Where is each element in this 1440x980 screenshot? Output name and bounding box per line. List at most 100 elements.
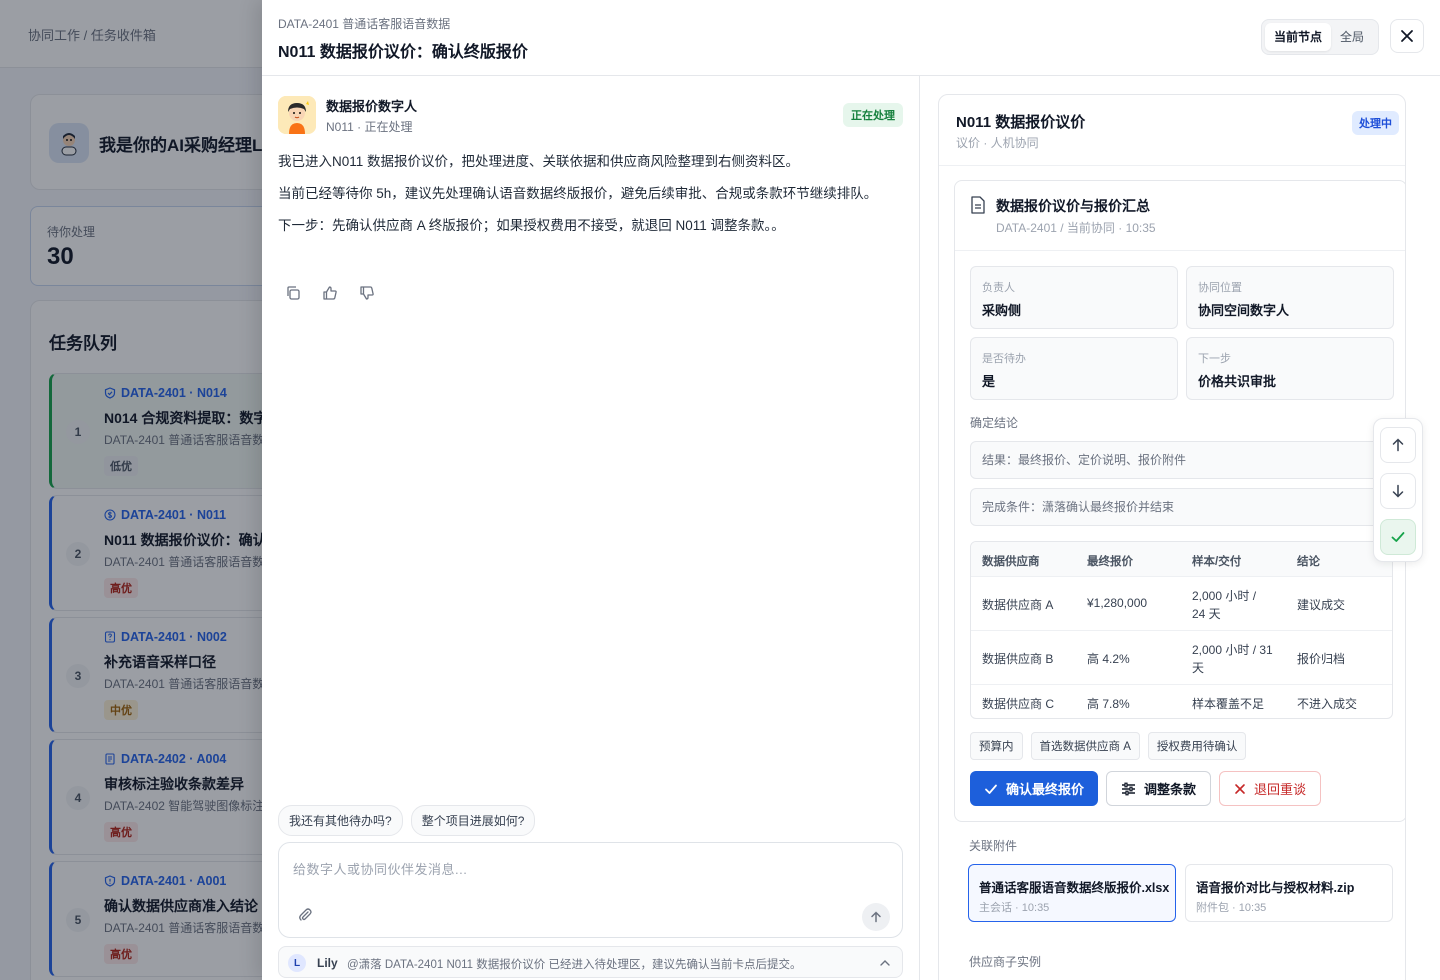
scope-toggle: 当前节点 全局 bbox=[1261, 19, 1379, 55]
reject-renegotiate-button[interactable]: 退回重谈 bbox=[1219, 771, 1322, 806]
scroll-up-button[interactable] bbox=[1380, 427, 1416, 463]
message-composer[interactable]: 给数字人或协同伙伴发消息... bbox=[278, 842, 903, 938]
field-label: 是否待办 bbox=[982, 353, 1026, 365]
avatar: L bbox=[288, 954, 306, 972]
chat-message-line: 当前已经等待你 5h，建议先处理确认语音数据终版报价，避免后续审批、合规或条款环… bbox=[278, 186, 878, 201]
attachment-name: 普通话客服语音数据终版报价.xlsx bbox=[979, 881, 1170, 895]
complete-button[interactable] bbox=[1380, 519, 1416, 555]
column-header: 样本/交付 bbox=[1192, 556, 1242, 568]
table-cell: 样本覆盖不足 bbox=[1192, 697, 1265, 711]
column-header: 数据供应商 bbox=[982, 556, 1040, 568]
table-cell: 天 bbox=[1192, 661, 1205, 675]
tag-list: 预算内 首选数据供应商 A 授权费用待确认 bbox=[970, 732, 1247, 760]
bot-status: N011 · 正在处理 bbox=[326, 120, 413, 134]
table-cell: 报价归档 bbox=[1297, 652, 1346, 666]
drawer-subtitle: DATA-2401 普通话客服语音数据 bbox=[278, 17, 451, 31]
column-header: 结论 bbox=[1297, 556, 1320, 568]
copy-icon[interactable] bbox=[284, 284, 302, 302]
divider bbox=[939, 165, 1405, 166]
attachment-name: 语音报价对比与授权材料.zip bbox=[1196, 881, 1355, 895]
processing-status-badge: 正在处理 bbox=[843, 103, 903, 127]
chevron-up-icon[interactable] bbox=[878, 956, 892, 970]
field-value: 协同空间数字人 bbox=[1198, 303, 1290, 318]
table-cell: 数据供应商 B bbox=[982, 652, 1054, 666]
field-value: 价格共识审批 bbox=[1198, 374, 1277, 389]
completion-condition-row: 完成条件：潇落确认最终报价并结束 bbox=[970, 488, 1393, 526]
table-cell: 2,000 小时 / bbox=[1192, 589, 1257, 603]
attachment-card[interactable]: 普通话客服语音数据终版报价.xlsx 主会话 · 10:35 bbox=[968, 864, 1176, 922]
table-cell: 高 4.2% bbox=[1087, 652, 1130, 666]
field-next-step: 下一步 价格共识审批 bbox=[1186, 337, 1394, 400]
result-row: 结果：最终报价、定价说明、报价附件 bbox=[970, 441, 1393, 479]
suggestion-chip-project-progress[interactable]: 整个项目进展如何? bbox=[410, 805, 536, 836]
field-owner: 负责人 采购侧 bbox=[970, 266, 1178, 329]
table-cell: 数据供应商 C bbox=[982, 697, 1055, 711]
scope-current-node-button[interactable]: 当前节点 bbox=[1265, 23, 1332, 51]
card-title: 数据报价议价与报价汇总 bbox=[996, 198, 1150, 214]
message-input[interactable]: 给数字人或协同伙伴发消息... bbox=[293, 859, 467, 878]
table-cell: 不进入成交 bbox=[1297, 697, 1358, 711]
arrow-down-icon bbox=[1392, 484, 1404, 498]
column-header: 最终报价 bbox=[1087, 556, 1133, 568]
tag-preferred-vendor: 首选数据供应商 A bbox=[1030, 732, 1140, 760]
conclusion-label: 确定结论 bbox=[970, 416, 1019, 430]
button-label: 调整条款 bbox=[1144, 782, 1197, 797]
thumbs-up-icon[interactable] bbox=[321, 284, 339, 302]
attachment-icon[interactable] bbox=[297, 907, 315, 925]
panel-subtitle: 议价 · 人机协同 bbox=[956, 136, 1039, 150]
table-cell: ¥1,280,000 bbox=[1087, 596, 1148, 610]
notice-sender: Lily bbox=[317, 956, 338, 970]
thumbs-down-icon[interactable] bbox=[358, 284, 376, 302]
send-button[interactable] bbox=[862, 903, 890, 931]
close-icon bbox=[1235, 783, 1245, 794]
field-location: 协同位置 协同空间数字人 bbox=[1186, 266, 1394, 329]
table-row[interactable]: 数据供应商 B 高 4.2% 2,000 小时 / 31 天 报价归档 bbox=[971, 631, 1392, 685]
check-icon bbox=[1391, 532, 1405, 542]
bot-name: 数据报价数字人 bbox=[326, 99, 418, 114]
button-label: 确认最终报价 bbox=[1006, 782, 1085, 797]
table-row[interactable]: 数据供应商 C 高 7.8% 样本覆盖不足 不进入成交 bbox=[971, 685, 1392, 718]
suggestion-chip-other-todos[interactable]: 我还有其他待办吗? bbox=[278, 805, 403, 836]
chat-message-line: 下一步：先确认供应商 A 终版报价；如果授权费用不接受，就退回 N011 调整条… bbox=[278, 218, 785, 233]
divider bbox=[955, 250, 1405, 251]
arrow-up-icon bbox=[1392, 438, 1404, 452]
task-drawer: DATA-2401 普通话客服语音数据 N011 数据报价议价：确认终版报价 当… bbox=[262, 0, 1440, 980]
message-actions bbox=[284, 284, 376, 302]
panel-title: N011 数据报价议价 bbox=[956, 114, 1086, 131]
table-row[interactable]: 数据供应商 A ¥1,280,000 2,000 小时 / 24 天 建议成交 bbox=[971, 577, 1392, 631]
drawer-title: N011 数据报价议价：确认终版报价 bbox=[278, 44, 528, 61]
field-value: 采购侧 bbox=[982, 303, 1022, 318]
scope-global-button[interactable]: 全局 bbox=[1331, 23, 1373, 51]
check-icon bbox=[985, 784, 997, 794]
suggestion-chips: 我还有其他待办吗? 整个项目进展如何? bbox=[278, 805, 536, 836]
table-cell: 高 7.8% bbox=[1087, 697, 1130, 711]
table-cell: 建议成交 bbox=[1297, 598, 1346, 612]
arrow-up-icon bbox=[871, 911, 881, 923]
document-icon bbox=[970, 196, 986, 214]
decision-actions: 确认最终报价 调整条款 退回重谈 bbox=[970, 771, 1322, 806]
chat-message-line: 我已进入N011 数据报价议价，把处理进度、关联依据和供应商风险整理到右侧资料区… bbox=[278, 154, 800, 169]
attachments-label: 关联附件 bbox=[969, 839, 1018, 853]
sliders-icon bbox=[1122, 782, 1136, 795]
table-cell: 24 天 bbox=[1192, 607, 1221, 621]
field-value: 是 bbox=[982, 374, 996, 389]
close-icon bbox=[1401, 30, 1413, 42]
close-button[interactable] bbox=[1390, 19, 1424, 53]
tag-budget: 预算内 bbox=[970, 732, 1023, 760]
collaborator-notice[interactable]: L Lily @潇落 DATA-2401 N011 数据报价议价 已经进入待处理… bbox=[278, 946, 903, 978]
floating-nav bbox=[1373, 418, 1423, 562]
bot-avatar bbox=[278, 96, 316, 134]
scroll-down-button[interactable] bbox=[1380, 473, 1416, 509]
table-cell: 2,000 小时 / 31 bbox=[1192, 643, 1273, 657]
field-label: 协同位置 bbox=[1198, 282, 1242, 294]
attachment-card[interactable]: 语音报价对比与授权材料.zip 附件包 · 10:35 bbox=[1185, 864, 1393, 922]
attachment-meta: 附件包 · 10:35 bbox=[1196, 902, 1267, 914]
field-label: 负责人 bbox=[982, 282, 1015, 294]
tag-license-fee: 授权费用待确认 bbox=[1147, 732, 1247, 760]
adjust-terms-button[interactable]: 调整条款 bbox=[1106, 771, 1212, 806]
status-badge: 处理中 bbox=[1352, 111, 1399, 135]
attachment-meta: 主会话 · 10:35 bbox=[979, 902, 1050, 914]
confirm-final-quote-button[interactable]: 确认最终报价 bbox=[970, 771, 1099, 806]
modal-overlay[interactable] bbox=[0, 0, 262, 980]
field-is-todo: 是否待办 是 bbox=[970, 337, 1178, 400]
